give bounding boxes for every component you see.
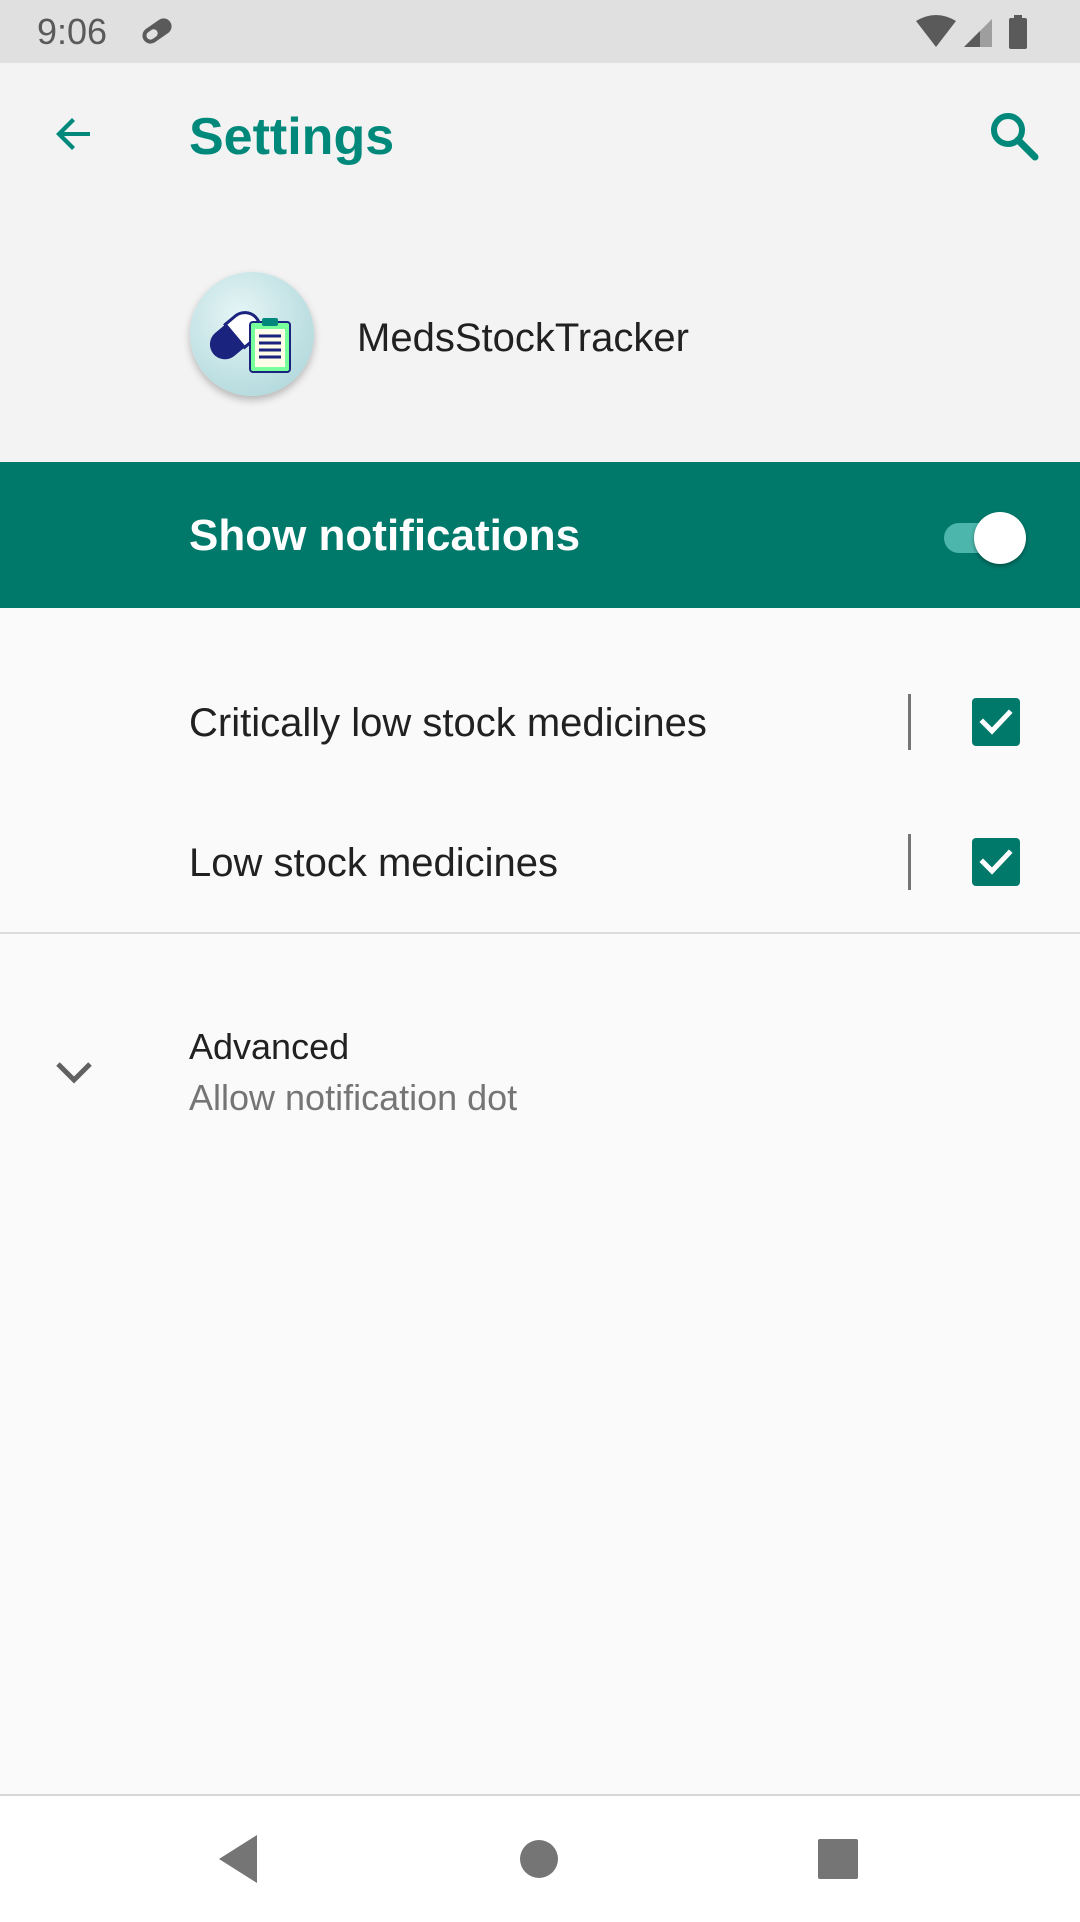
status-time: 9:06: [37, 11, 108, 52]
nav-home-button[interactable]: [506, 1826, 572, 1892]
low-stock-checkbox[interactable]: [972, 838, 1020, 886]
chevron-down-icon: [56, 1062, 92, 1084]
show-notifications-switch[interactable]: [944, 512, 1028, 564]
channel-label-critically-low: Critically low stock medicines: [189, 701, 707, 745]
navigation-bar: [0, 1794, 1080, 1922]
status-icons: [914, 13, 1044, 51]
wifi-icon: [916, 15, 956, 47]
meds-app-icon: [190, 272, 314, 396]
channel-row-critically-low[interactable]: Critically low stock medicines: [0, 652, 1080, 792]
header-area: [0, 63, 1080, 462]
checkmark-icon: [979, 849, 1013, 875]
search-button[interactable]: [982, 104, 1046, 168]
vertical-divider: [908, 834, 911, 890]
switch-thumb: [974, 512, 1026, 564]
nav-home-icon: [520, 1840, 558, 1878]
status-bar: 9:06: [0, 0, 1080, 63]
advanced-row[interactable]: Advanced Allow notification dot: [0, 1000, 1080, 1140]
nav-recents-icon: [818, 1839, 858, 1879]
cell-signal-icon: [964, 19, 992, 47]
pill-notification-icon: [138, 14, 176, 48]
critically-low-checkbox[interactable]: [972, 698, 1020, 746]
list-divider: [0, 932, 1080, 934]
advanced-title: Advanced: [189, 1026, 350, 1067]
battery-icon: [1009, 15, 1027, 49]
show-notifications-row[interactable]: Show notifications: [0, 462, 1080, 608]
vertical-divider: [908, 694, 911, 750]
page-title: Settings: [189, 108, 395, 166]
show-notifications-label: Show notifications: [189, 511, 581, 560]
arrow-back-icon: [56, 118, 90, 150]
nav-back-button[interactable]: [205, 1826, 271, 1892]
nav-back-icon: [219, 1835, 257, 1883]
back-button[interactable]: [44, 104, 104, 164]
advanced-summary: Allow notification dot: [189, 1077, 518, 1118]
search-icon: [991, 113, 1039, 161]
channel-row-low-stock[interactable]: Low stock medicines: [0, 792, 1080, 932]
channel-label-low-stock: Low stock medicines: [189, 841, 559, 885]
checkmark-icon: [979, 709, 1013, 735]
app-name: MedsStockTracker: [357, 316, 689, 360]
nav-recents-button[interactable]: [805, 1826, 871, 1892]
